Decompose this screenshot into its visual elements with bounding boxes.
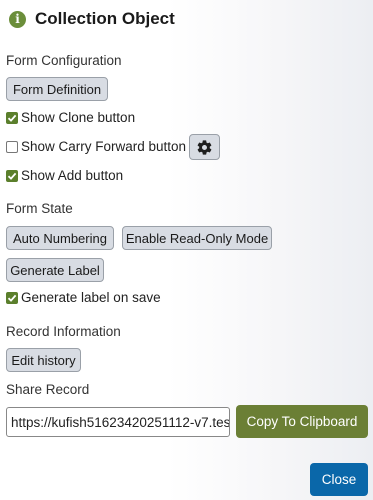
close-button[interactable]: Close <box>310 463 368 496</box>
form-state-label: Form State <box>6 201 73 216</box>
show-add-checkbox[interactable] <box>6 169 18 182</box>
share-url-field[interactable]: https://kufish51623420251112-v7.test. <box>6 407 230 437</box>
generate-on-save-label: Generate label on save <box>21 290 161 305</box>
gear-icon <box>197 139 212 155</box>
check-icon <box>7 294 17 302</box>
show-add-row[interactable]: Show Add button <box>6 168 123 183</box>
show-clone-row[interactable]: Show Clone button <box>6 110 135 125</box>
check-icon <box>7 114 17 122</box>
record-information-label: Record Information <box>6 324 121 339</box>
copy-to-clipboard-button[interactable]: Copy To Clipboard <box>236 405 368 438</box>
dialog-title: Collection Object <box>35 9 175 28</box>
generate-on-save-row[interactable]: Generate label on save <box>6 290 161 305</box>
show-clone-label: Show Clone button <box>21 110 136 125</box>
generate-on-save-checkbox[interactable] <box>6 291 18 304</box>
enable-read-only-button[interactable]: Enable Read-Only Mode <box>122 226 272 250</box>
dialog-header: i Collection Object <box>9 9 175 29</box>
show-clone-checkbox[interactable] <box>6 111 18 124</box>
carry-forward-settings-button[interactable] <box>189 134 220 160</box>
form-configuration-label: Form Configuration <box>6 53 122 68</box>
show-carry-forward-row[interactable]: Show Carry Forward button <box>6 139 186 154</box>
generate-label-button[interactable]: Generate Label <box>6 258 104 282</box>
edit-history-button[interactable]: Edit history <box>6 348 81 372</box>
show-add-label: Show Add button <box>21 168 124 183</box>
show-carry-forward-checkbox[interactable] <box>6 140 18 153</box>
share-record-label: Share Record <box>6 382 90 397</box>
show-carry-forward-label: Show Carry Forward button <box>21 139 187 154</box>
auto-numbering-button[interactable]: Auto Numbering <box>6 226 114 250</box>
info-icon: i <box>9 10 26 28</box>
form-definition-button[interactable]: Form Definition <box>6 77 108 101</box>
check-icon <box>7 172 17 180</box>
